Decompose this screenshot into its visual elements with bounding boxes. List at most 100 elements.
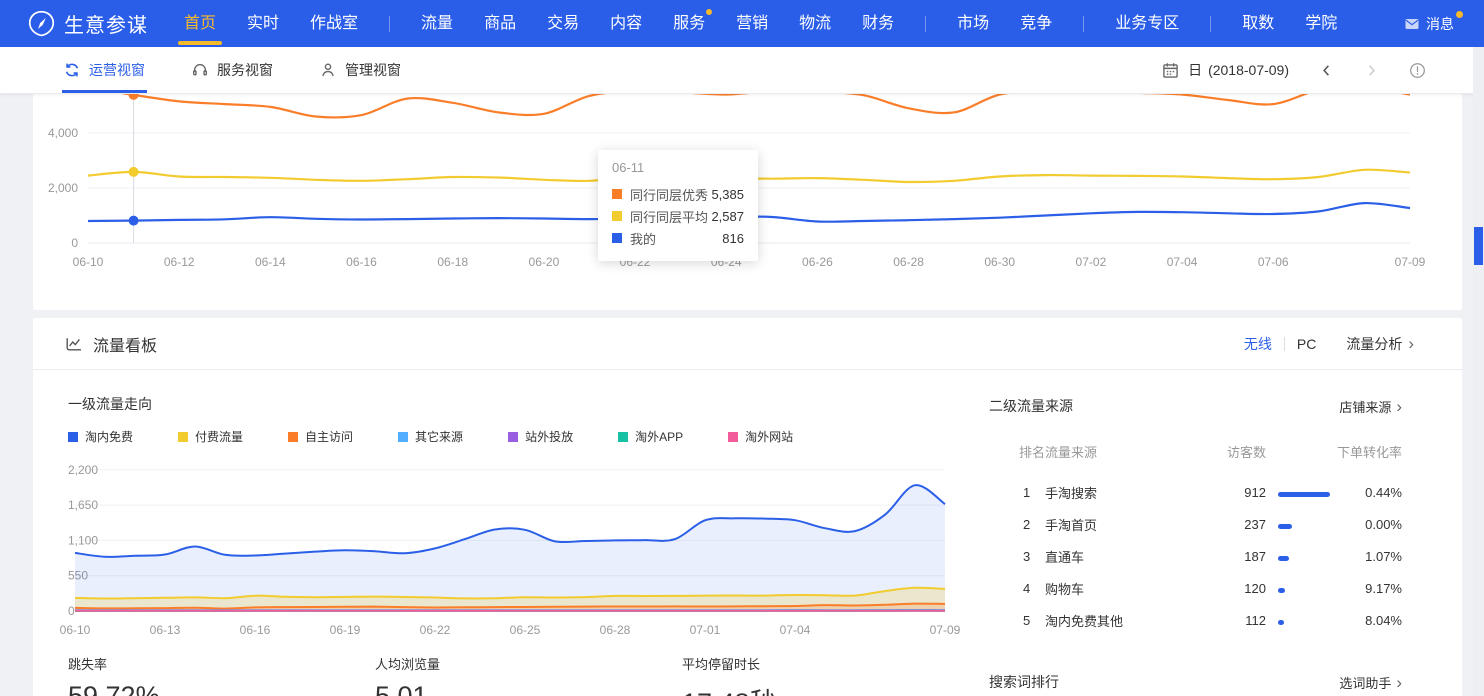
col-rank: 排名	[989, 442, 1045, 461]
svg-text:06-10: 06-10	[60, 623, 91, 637]
nav-item-trade[interactable]: 交易	[547, 0, 579, 47]
terminal-link-pc[interactable]: PC	[1297, 336, 1316, 352]
legend-item[interactable]: 自主访问	[288, 428, 353, 445]
legend-item[interactable]: 站外投放	[508, 428, 573, 445]
sources-table: 1手淘搜索9120.44%2手淘首页2370.00%3直通车1871.07%4购…	[989, 476, 1402, 636]
sources-header: 二级流量来源 店铺来源 ›	[989, 396, 1402, 416]
source-row[interactable]: 1手淘搜索9120.44%	[989, 476, 1402, 508]
series-value: 816	[722, 231, 744, 246]
shop-sources-link[interactable]: 店铺来源 ›	[1339, 397, 1402, 416]
series-value: 5,385	[711, 187, 744, 202]
legend-color-swatch	[728, 432, 738, 442]
nav-item-business-zone[interactable]: 业务专区	[1115, 0, 1179, 47]
nav-item-finance[interactable]: 财务	[862, 0, 894, 47]
nav-item-market[interactable]: 市场	[957, 0, 989, 47]
stat-block: 平均停留时长17.48秒	[682, 654, 989, 696]
brand-name: 生意参谋	[64, 9, 148, 38]
source-row[interactable]: 5淘内免费其他1128.04%	[989, 604, 1402, 636]
svg-text:06-19: 06-19	[330, 623, 361, 637]
link-divider	[1284, 337, 1285, 351]
tooltip-row: 同行同层平均2,587	[612, 205, 744, 227]
tab-service-view[interactable]: 服务视窗	[192, 47, 273, 93]
svg-text:07-04: 07-04	[780, 623, 811, 637]
series-color-swatch	[612, 233, 622, 243]
calendar-icon[interactable]	[1162, 62, 1179, 79]
source-conversion: 0.44%	[1330, 485, 1402, 500]
nav-message[interactable]: 消息	[1404, 14, 1454, 34]
nav-item-content[interactable]: 内容	[610, 0, 642, 47]
svg-text:06-25: 06-25	[510, 623, 541, 637]
date-display[interactable]: 日(2018-07-09)	[1188, 60, 1289, 80]
nav-item-service[interactable]: 服务	[673, 0, 705, 47]
brand[interactable]: 生意参谋	[28, 9, 148, 38]
source-row[interactable]: 4购物车1209.17%	[989, 572, 1402, 604]
nav-item-goods[interactable]: 商品	[484, 0, 516, 47]
source-row[interactable]: 3直通车1871.07%	[989, 540, 1402, 572]
nav-item-academy[interactable]: 学院	[1305, 0, 1337, 47]
word-picker-link[interactable]: 选词助手 ›	[1339, 673, 1402, 692]
svg-text:07-02: 07-02	[1076, 255, 1107, 269]
brand-logo-icon	[28, 10, 55, 37]
col-conversion: 下单转化率	[1330, 442, 1402, 461]
page-scrollbar[interactable]	[1473, 47, 1484, 696]
svg-text:06-14: 06-14	[255, 255, 286, 269]
stat-value: 5.01	[375, 681, 682, 696]
legend-label: 淘外网站	[745, 428, 793, 445]
svg-text:06-13: 06-13	[150, 623, 181, 637]
trend-legend: 淘内免费 付费流量 自主访问 其它来源 站外投放 淘外APP 淘外网站	[68, 428, 793, 445]
svg-text:06-16: 06-16	[346, 255, 377, 269]
traffic-board-header: 流量看板 无线 PC 流量分析 ›	[33, 318, 1462, 370]
svg-text:06-28: 06-28	[893, 255, 924, 269]
source-name: 淘内免费其他	[1045, 611, 1195, 630]
series-color-swatch	[612, 189, 622, 199]
terminal-link-wireless[interactable]: 无线	[1244, 334, 1272, 354]
tab-management-view[interactable]: 管理视窗	[320, 47, 401, 93]
nav-item-realtime[interactable]: 实时	[247, 0, 279, 47]
nav-item-traffic[interactable]: 流量	[421, 0, 453, 47]
svg-text:07-06: 07-06	[1258, 255, 1289, 269]
legend-item[interactable]: 淘外APP	[618, 428, 683, 445]
legend-item[interactable]: 淘内免费	[68, 428, 133, 445]
tab-label: 服务视窗	[217, 60, 273, 80]
svg-text:06-28: 06-28	[600, 623, 631, 637]
nav-divider	[389, 16, 390, 32]
legend-item[interactable]: 付费流量	[178, 428, 243, 445]
nav-item-home[interactable]: 首页	[184, 0, 216, 47]
nav-item-war-room[interactable]: 作战室	[310, 0, 358, 47]
legend-item[interactable]: 淘外网站	[728, 428, 793, 445]
traffic-area-chart[interactable]: 05501,1001,6502,20006-1006-1306-1606-190…	[53, 456, 993, 651]
source-name: 购物车	[1045, 579, 1195, 598]
svg-text:2,000: 2,000	[48, 181, 78, 195]
source-rank: 2	[989, 517, 1045, 532]
svg-text:07-01: 07-01	[690, 623, 721, 637]
tab-label: 管理视窗	[345, 60, 401, 80]
message-icon	[1404, 16, 1420, 32]
nav-divider	[1210, 16, 1211, 32]
stat-value: 59.72%	[68, 681, 375, 696]
scrollbar-thumb[interactable]	[1474, 227, 1483, 265]
info-icon[interactable]	[1409, 62, 1426, 79]
nav-item-logistics[interactable]: 物流	[799, 0, 831, 47]
visitors-bar	[1278, 588, 1285, 593]
sources-title: 二级流量来源	[989, 396, 1073, 416]
person-icon	[320, 62, 336, 78]
tab-operation-view[interactable]: 运营视窗	[64, 47, 145, 93]
legend-label: 付费流量	[195, 428, 243, 445]
nav-item-competition[interactable]: 竞争	[1020, 0, 1052, 47]
source-row[interactable]: 2手淘首页2370.00%	[989, 508, 1402, 540]
stat-block: 人均浏览量5.01	[375, 654, 682, 696]
prev-date-button[interactable]	[1319, 63, 1334, 78]
nav-item-data-extract[interactable]: 取数	[1242, 0, 1274, 47]
next-date-button[interactable]	[1364, 63, 1379, 78]
line-chart-icon	[65, 335, 83, 353]
visitors-bar	[1278, 524, 1292, 529]
svg-text:06-22: 06-22	[420, 623, 451, 637]
headset-icon	[192, 62, 208, 78]
sources-table-header: 排名 流量来源 访客数 下单转化率	[989, 442, 1402, 461]
source-conversion: 1.07%	[1330, 549, 1402, 564]
svg-text:06-20: 06-20	[529, 255, 560, 269]
tooltip-row: 我的816	[612, 227, 744, 249]
legend-item[interactable]: 其它来源	[398, 428, 463, 445]
nav-item-marketing[interactable]: 营销	[736, 0, 768, 47]
traffic-analysis-link[interactable]: 流量分析 ›	[1346, 334, 1414, 354]
